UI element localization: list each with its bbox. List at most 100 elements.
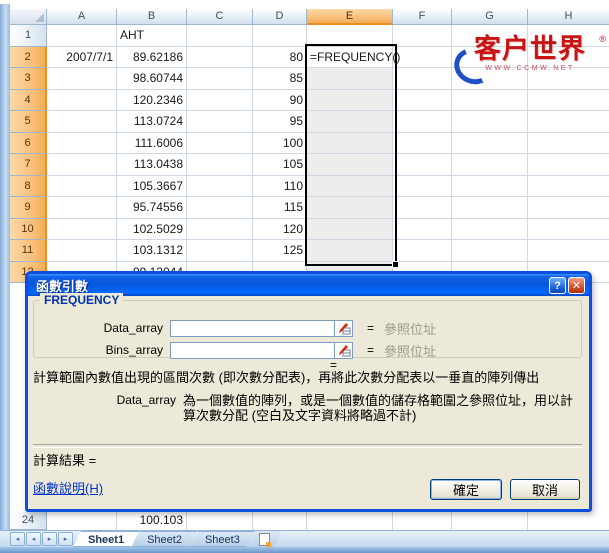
cell-B10[interactable]: 102.5029 [117, 219, 187, 241]
row-header-7[interactable]: 7 [10, 154, 47, 176]
cell-G9[interactable] [452, 197, 528, 219]
cell-C8[interactable] [187, 176, 253, 198]
column-header-E[interactable]: E [307, 9, 393, 25]
cell-B8[interactable]: 105.3667 [117, 176, 187, 198]
cell-H9[interactable] [528, 197, 609, 219]
cell-D11[interactable]: 125 [253, 240, 307, 262]
cell-A7[interactable] [47, 154, 117, 176]
cell-G4[interactable] [452, 90, 528, 112]
cell[interactable] [253, 512, 307, 530]
cell-C5[interactable] [187, 111, 253, 133]
cell-F10[interactable] [393, 219, 452, 241]
cell-B6[interactable]: 111.6006 [117, 133, 187, 155]
cell-D6[interactable]: 100 [253, 133, 307, 155]
cell-G6[interactable] [452, 133, 528, 155]
cell-B11[interactable]: 103.1312 [117, 240, 187, 262]
cell-H10[interactable] [528, 219, 609, 241]
column-header-D[interactable]: D [253, 9, 307, 25]
cell-A2[interactable]: 2007/7/1 [47, 47, 117, 69]
cell-F2[interactable] [393, 47, 452, 69]
cell-C9[interactable] [187, 197, 253, 219]
cell-C1[interactable] [187, 25, 253, 47]
cell-B7[interactable]: 113.0438 [117, 154, 187, 176]
cell[interactable] [307, 512, 393, 530]
sheet-tab-sheet3[interactable]: Sheet3 [190, 531, 255, 547]
column-header-F[interactable]: F [393, 9, 452, 25]
cell-B5[interactable]: 113.0724 [117, 111, 187, 133]
cell-B9[interactable]: 95.74556 [117, 197, 187, 219]
cell-A10[interactable] [47, 219, 117, 241]
cell-C10[interactable] [187, 219, 253, 241]
cell-H11[interactable] [528, 240, 609, 262]
row-header-11[interactable]: 11 [10, 240, 47, 262]
cell-F1[interactable] [393, 25, 452, 47]
data-array-input[interactable] [170, 320, 335, 337]
cell-A4[interactable] [47, 90, 117, 112]
row-header-1[interactable]: 1 [10, 25, 47, 47]
cell-F3[interactable] [393, 68, 452, 90]
row-header-5[interactable]: 5 [10, 111, 47, 133]
column-header-H[interactable]: H [528, 9, 609, 25]
row-header-6[interactable]: 6 [10, 133, 47, 155]
column-header-A[interactable]: A [47, 9, 117, 25]
row-header-9[interactable]: 9 [10, 197, 47, 219]
cell-A6[interactable] [47, 133, 117, 155]
column-header-G[interactable]: G [452, 9, 528, 25]
column-header-B[interactable]: B [117, 9, 187, 25]
cell-D8[interactable]: 110 [253, 176, 307, 198]
dialog-close-button[interactable]: ✕ [568, 277, 585, 294]
cell-C6[interactable] [187, 133, 253, 155]
cell-H5[interactable] [528, 111, 609, 133]
cell-F7[interactable] [393, 154, 452, 176]
first-sheet-button[interactable]: ◂ [10, 532, 25, 546]
cell[interactable] [452, 512, 528, 530]
cell-D7[interactable]: 105 [253, 154, 307, 176]
cell[interactable] [528, 512, 609, 530]
cell-C7[interactable] [187, 154, 253, 176]
sheet-tab-sheet2[interactable]: Sheet2 [132, 531, 197, 547]
row-header-4[interactable]: 4 [10, 90, 47, 112]
cell-B3[interactable]: 98.60744 [117, 68, 187, 90]
function-help-link[interactable]: 函數說明(H) [33, 478, 103, 497]
cell-C11[interactable] [187, 240, 253, 262]
row-header-2[interactable]: 2 [10, 47, 47, 69]
ok-button[interactable]: 確定 [430, 479, 502, 500]
sheet-tab-sheet1[interactable]: Sheet1 [73, 531, 139, 547]
row-header-10[interactable]: 10 [10, 219, 47, 241]
cell-A1[interactable] [47, 25, 117, 47]
cell-G10[interactable] [452, 219, 528, 241]
cell[interactable] [47, 512, 117, 530]
row-header-3[interactable]: 3 [10, 68, 47, 90]
prev-sheet-button[interactable]: ◂ [26, 532, 41, 546]
data-array-range-selector-button[interactable] [335, 320, 353, 337]
column-header-C[interactable]: C [187, 9, 253, 25]
cell-H6[interactable] [528, 133, 609, 155]
cell-F8[interactable] [393, 176, 452, 198]
cell-D9[interactable]: 115 [253, 197, 307, 219]
last-sheet-button[interactable]: ▸ [58, 532, 73, 546]
cell-G7[interactable] [452, 154, 528, 176]
cell-D5[interactable]: 95 [253, 111, 307, 133]
cell[interactable] [393, 512, 452, 530]
cell-B1[interactable]: AHT [117, 25, 187, 47]
cell-B2[interactable]: 89.62186 [117, 47, 187, 69]
row-header-8[interactable]: 8 [10, 176, 47, 198]
cell-D1[interactable] [253, 25, 307, 47]
select-all-corner[interactable] [10, 9, 47, 25]
cancel-button[interactable]: 取消 [510, 479, 580, 500]
cell-G8[interactable] [452, 176, 528, 198]
cell-A8[interactable] [47, 176, 117, 198]
cell-H7[interactable] [528, 154, 609, 176]
cell-A9[interactable] [47, 197, 117, 219]
cell-D4[interactable]: 90 [253, 90, 307, 112]
cell-F11[interactable] [393, 240, 452, 262]
cell-C4[interactable] [187, 90, 253, 112]
bins-array-range-selector-button[interactable] [335, 342, 353, 359]
cell-A11[interactable] [47, 240, 117, 262]
cell-D2[interactable]: 80 [253, 47, 307, 69]
cell-H4[interactable] [528, 90, 609, 112]
cell-A5[interactable] [47, 111, 117, 133]
cell-D10[interactable]: 120 [253, 219, 307, 241]
cell-G11[interactable] [452, 240, 528, 262]
bins-array-input[interactable] [170, 342, 335, 359]
